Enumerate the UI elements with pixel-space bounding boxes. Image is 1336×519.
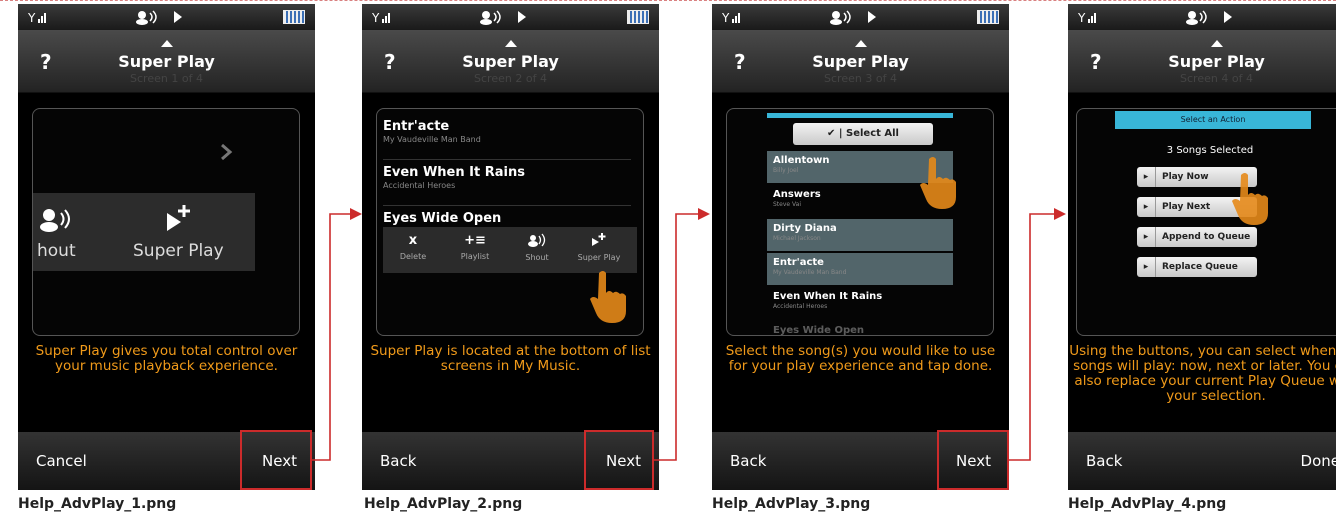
filename-label: Help_AdvPlay_1.png bbox=[18, 496, 177, 512]
filename-label: Help_AdvPlay_2.png bbox=[364, 496, 523, 512]
arrow-connector-1 bbox=[312, 213, 352, 461]
arrowhead-icon bbox=[1054, 208, 1066, 220]
arrow-connector-3 bbox=[1009, 213, 1056, 461]
filename-label: Help_AdvPlay_4.png bbox=[1068, 496, 1227, 512]
arrow-connector-2 bbox=[654, 213, 700, 461]
arrowhead-icon bbox=[350, 208, 362, 220]
flow-arrows bbox=[312, 208, 1066, 461]
arrowhead-icon bbox=[698, 208, 710, 220]
filename-label: Help_AdvPlay_3.png bbox=[712, 496, 871, 512]
